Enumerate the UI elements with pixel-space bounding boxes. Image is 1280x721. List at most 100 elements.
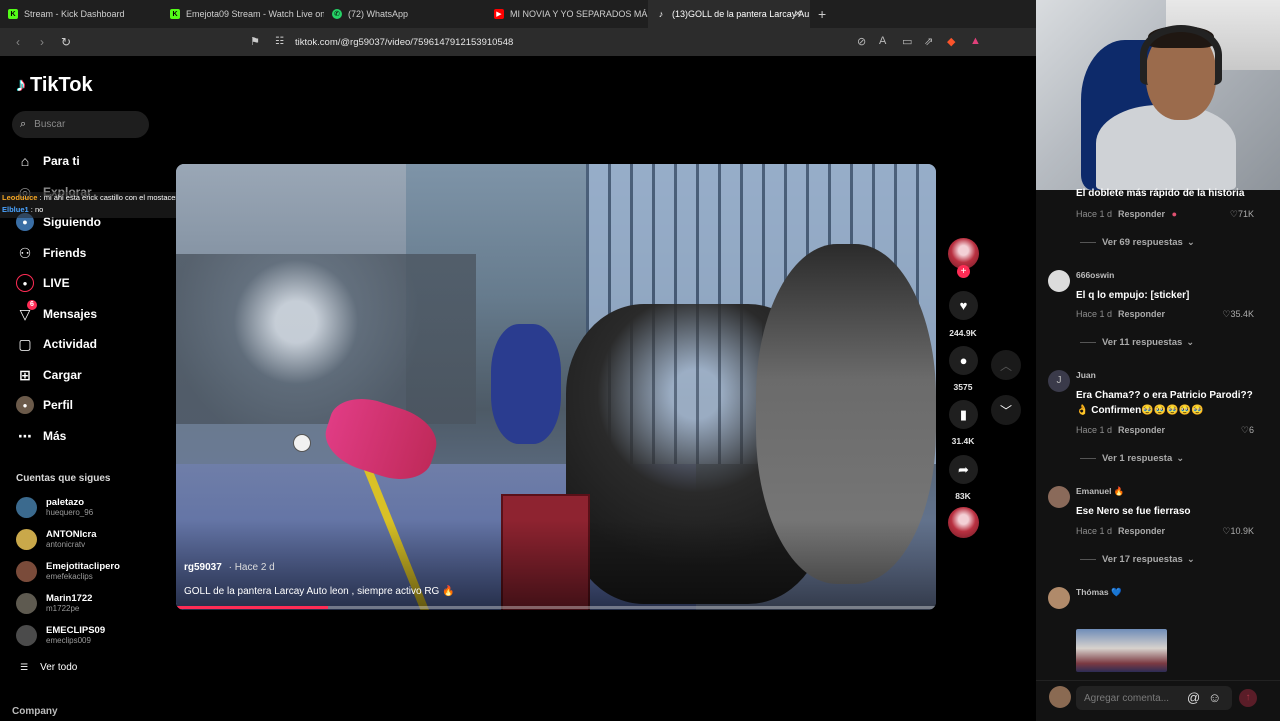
comment-image[interactable] — [1076, 629, 1167, 672]
like-button[interactable]: ♥ — [949, 291, 978, 320]
live-icon: ● — [16, 274, 34, 292]
avatar[interactable] — [1048, 270, 1070, 292]
browser-tab-active[interactable]: ♪ (13)GOLL de la pantera Larcay Au ✕ — [648, 0, 810, 28]
back-icon[interactable]: ‹ — [12, 35, 24, 49]
share-icon[interactable]: ⇗ — [924, 35, 933, 48]
no-tracking-icon[interactable]: ⊘ — [857, 35, 866, 48]
avatar[interactable] — [1048, 486, 1070, 508]
site-info-icon[interactable]: ☷ — [275, 36, 284, 47]
cast-icon[interactable]: ▭ — [902, 35, 912, 48]
close-tab-icon[interactable]: ✕ — [794, 9, 802, 20]
company-link[interactable]: Company — [12, 706, 58, 717]
save-button[interactable]: ▮ — [949, 400, 978, 429]
comment-like-count[interactable]: ♡71K — [1230, 209, 1254, 220]
browser-tab[interactable]: K Stream - Kick Dashboard — [0, 0, 162, 28]
menu-label: Perfil — [43, 398, 74, 412]
comment-like-count[interactable]: ♡35.4K — [1222, 309, 1254, 320]
view-replies-button[interactable]: Ver 11 respuestas ⌄ — [1080, 337, 1194, 348]
comment-like-count[interactable]: ♡6 — [1241, 425, 1254, 436]
view-replies-button[interactable]: Ver 17 respuestas ⌄ — [1080, 554, 1195, 565]
browser-tab[interactable]: ▶ MI NOVIA Y YO SEPARADOS MÁS QUE — [486, 0, 648, 28]
search-icon: ⌕ — [20, 118, 27, 130]
menu-item-friends[interactable]: ⚇ Friends — [16, 244, 87, 262]
video-progress-bar[interactable] — [176, 606, 936, 609]
following-account[interactable]: Marin1722 m1722pe — [16, 593, 92, 614]
avatar — [16, 497, 37, 518]
chat-separator: : — [30, 205, 33, 214]
like-value: 6 — [1248, 425, 1254, 435]
comment-like-count[interactable]: ♡10.9K — [1222, 526, 1254, 537]
following-account[interactable]: EMECLIPS09 emeclips009 — [16, 625, 105, 646]
video-scene-ball — [293, 434, 311, 452]
avatar[interactable]: J — [1048, 370, 1070, 392]
video-author-line[interactable]: rg59037 · Hace 2 d — [184, 562, 275, 573]
menu-item-mensajes[interactable]: ▽ 6 Mensajes — [16, 300, 97, 323]
reply-button[interactable]: Responder — [1118, 526, 1165, 536]
comment-icon: ● — [959, 353, 968, 368]
avatar — [16, 529, 37, 550]
like-value: 35.4K — [1230, 309, 1254, 319]
account-name: EMECLIPS09 — [46, 625, 106, 636]
translate-icon[interactable]: A — [879, 35, 886, 47]
menu-item-cargar[interactable]: ⊞ Cargar — [16, 366, 82, 384]
search-input[interactable] — [32, 118, 137, 131]
video-author[interactable]: rg59037 — [184, 562, 222, 573]
forward-icon[interactable]: › — [36, 35, 48, 49]
brave-shield-icon[interactable]: ◆ — [947, 35, 955, 48]
chevron-down-icon: ⌄ — [1186, 554, 1195, 565]
menu-item-mas[interactable]: ⋯ Más — [16, 427, 66, 445]
avatar — [16, 593, 37, 614]
emoji-icon[interactable]: ☺ — [1208, 690, 1221, 705]
next-video-button[interactable]: ﹀ — [991, 395, 1021, 425]
comment-user[interactable]: 666oswin — [1076, 270, 1114, 280]
comment-button[interactable]: ● — [949, 346, 978, 375]
reload-icon[interactable]: ↻ — [60, 35, 72, 49]
share-button[interactable]: ➦ — [949, 455, 978, 484]
like-count: 244.9K — [949, 328, 977, 338]
music-avatar[interactable] — [948, 507, 979, 538]
menu-label: Actividad — [43, 337, 98, 351]
rewards-icon[interactable]: ▲ — [970, 35, 981, 47]
following-account[interactable]: ANTONIcra antonicratv — [16, 529, 97, 550]
comment-user[interactable]: Juan — [1076, 370, 1096, 380]
comment-input[interactable] — [1082, 691, 1186, 705]
menu-label: Friends — [43, 246, 87, 260]
menu-item-actividad[interactable]: ▢ Actividad — [16, 335, 97, 353]
messages-badge: 6 — [27, 300, 37, 310]
menu-item-para-ti[interactable]: ⌂ Para ti — [16, 152, 80, 170]
mention-icon[interactable]: @ — [1187, 690, 1200, 705]
menu-item-perfil[interactable]: ● Perfil — [16, 396, 73, 414]
send-button[interactable]: ↑ — [1239, 689, 1257, 707]
tab-title: Emejota09 Stream - Watch Live on Ki — [186, 9, 324, 19]
following-account[interactable]: paletazo huequero_96 — [16, 497, 93, 518]
avatar[interactable] — [1048, 587, 1070, 609]
account-name: Emejotitaclipero — [46, 561, 120, 572]
comment-user[interactable]: Thómas 💙 — [1076, 587, 1122, 598]
view-replies-label: Ver 17 respuestas — [1102, 554, 1183, 565]
whatsapp-icon: ✆ — [332, 9, 342, 19]
prev-video-button[interactable]: ︿ — [991, 350, 1021, 380]
reply-button[interactable]: Responder — [1118, 209, 1165, 219]
see-all-link[interactable]: ☰ Ver todo — [20, 662, 77, 673]
menu-item-live[interactable]: ● LIVE — [16, 274, 70, 292]
new-tab-button[interactable]: + — [818, 6, 826, 22]
browser-tab[interactable]: ✆ (72) WhatsApp — [324, 0, 486, 28]
following-account[interactable]: Emejotitaclipero emefekaclips — [16, 561, 120, 582]
follow-plus-icon[interactable]: + — [957, 265, 970, 278]
tiktok-icon: ♪ — [16, 74, 26, 96]
comment-user[interactable]: Emanuel 🔥 — [1076, 486, 1124, 497]
search-box[interactable]: ⌕ — [12, 111, 149, 138]
view-replies-button[interactable]: Ver 1 respuesta ⌄ — [1080, 453, 1184, 464]
view-replies-button[interactable]: Ver 69 respuestas ⌄ — [1080, 237, 1195, 248]
divider — [1080, 458, 1096, 459]
reply-button[interactable]: Responder — [1118, 425, 1165, 435]
creator-liked-icon: ● — [1171, 209, 1177, 219]
bookmark-icon[interactable]: ⚑ — [250, 35, 260, 48]
browser-tab[interactable]: K Emejota09 Stream - Watch Live on Ki — [162, 0, 324, 28]
tiktok-logo[interactable]: ♪ TikTok — [16, 74, 93, 97]
url-field[interactable]: tiktok.com/@rg59037/video/75961479121539… — [295, 37, 513, 48]
reply-button[interactable]: Responder — [1118, 309, 1165, 319]
avatar — [16, 625, 37, 646]
video-player[interactable]: rg59037 · Hace 2 d GOLL de la pantera La… — [176, 164, 936, 610]
account-handle: antonicratv — [46, 540, 86, 549]
